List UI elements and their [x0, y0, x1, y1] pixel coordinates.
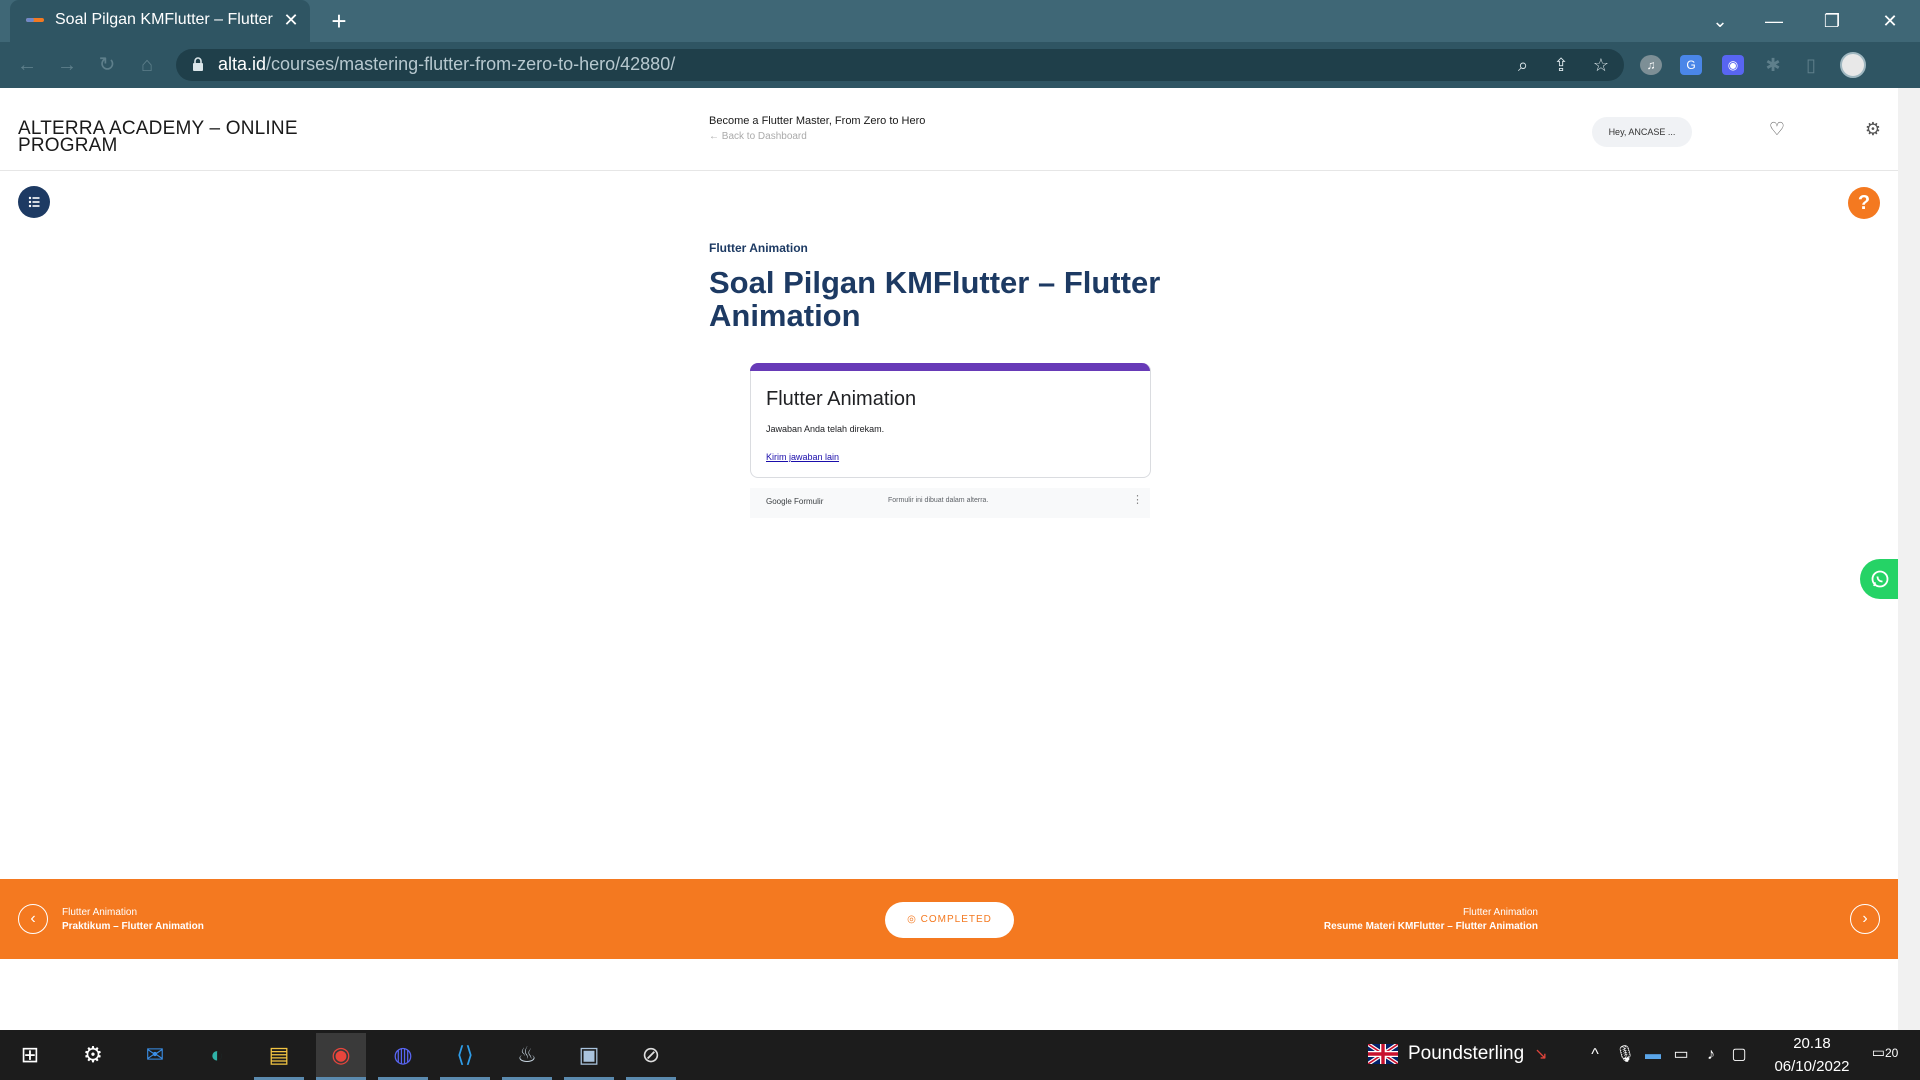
- tab-title: Soal Pilgan KMFlutter – Flutter Animatio…: [55, 11, 275, 28]
- google-forms-logo[interactable]: Google Formulir: [766, 497, 823, 506]
- prev-lesson-section[interactable]: Flutter Animation: [62, 907, 137, 918]
- forward-arrow-icon[interactable]: →: [54, 52, 80, 78]
- settings-gear-icon[interactable]: ⚙: [1862, 118, 1884, 140]
- close-window-button[interactable]: ✕: [1870, 4, 1910, 38]
- notification-bubble-icon: ▭: [1871, 1044, 1885, 1060]
- url-host: alta.id: [218, 54, 267, 74]
- discord-app-icon[interactable]: ◍: [378, 1033, 428, 1077]
- trend-down-icon: ↘: [1534, 1046, 1548, 1063]
- next-lesson-section[interactable]: Flutter Animation: [1463, 907, 1538, 918]
- profile-avatar[interactable]: [1840, 52, 1866, 78]
- form-more-options-icon[interactable]: ⋮: [1132, 493, 1143, 506]
- currency-widget-label[interactable]: Poundsterling: [1408, 1043, 1524, 1065]
- minimize-button[interactable]: —: [1754, 4, 1794, 38]
- windows-start-icon[interactable]: ⊞: [5, 1033, 55, 1077]
- extension-music-icon[interactable]: ♫: [1640, 55, 1662, 75]
- vscode-app-icon[interactable]: ⟨⟩: [440, 1033, 490, 1077]
- display-icon[interactable]: ▬: [1642, 1044, 1664, 1066]
- next-lesson-chevron-right-icon[interactable]: ›: [1850, 904, 1880, 934]
- reload-icon[interactable]: ↻: [94, 52, 120, 78]
- wishlist-heart-icon[interactable]: ♡: [1766, 118, 1788, 140]
- edge-app-icon[interactable]: ◐: [192, 1033, 242, 1077]
- show-hidden-icons-chevron-up-icon[interactable]: ^: [1584, 1044, 1606, 1066]
- notification-count: 20: [1884, 1046, 1899, 1060]
- course-name: Become a Flutter Master, From Zero to He…: [709, 115, 926, 127]
- submit-another-response-link[interactable]: Kirim jawaban lain: [766, 452, 839, 462]
- chrome-app-icon[interactable]: ◉: [316, 1033, 366, 1077]
- extensions-puzzle-icon[interactable]: ✱: [1762, 54, 1784, 76]
- file-explorer-icon[interactable]: ▤: [254, 1033, 304, 1077]
- settings-app-icon[interactable]: ⚙: [68, 1033, 118, 1077]
- notification-center-button[interactable]: ▭20: [1870, 1044, 1900, 1070]
- prev-lesson-title[interactable]: Praktikum – Flutter Animation: [62, 921, 204, 932]
- battery-icon[interactable]: ▭: [1670, 1044, 1692, 1066]
- extension-discord-icon[interactable]: ◉: [1722, 55, 1744, 75]
- user-menu-button[interactable]: Hey, ANCASE ...: [1592, 117, 1692, 147]
- check-circle-icon: ◎: [907, 914, 921, 925]
- next-lesson-title[interactable]: Resume Materi KMFlutter – Flutter Animat…: [1324, 921, 1538, 932]
- completed-button[interactable]: ◎ COMPLETED: [885, 902, 1014, 938]
- tab-close-icon[interactable]: ✕: [280, 9, 302, 31]
- mail-app-icon[interactable]: ✉: [130, 1033, 180, 1077]
- tab-search-chevron-down-icon[interactable]: ⌄: [1700, 4, 1740, 38]
- url-text[interactable]: alta.id/courses/mastering-flutter-from-z…: [218, 54, 675, 75]
- restore-button[interactable]: ❐: [1812, 4, 1852, 38]
- form-confirmation-message: Jawaban Anda telah direkam.: [766, 424, 885, 434]
- extension-translate-icon[interactable]: G: [1680, 55, 1702, 75]
- image-viewer-app-icon[interactable]: ▣: [564, 1033, 614, 1077]
- volume-icon[interactable]: ♪: [1700, 1044, 1722, 1066]
- completed-label: COMPLETED: [920, 914, 992, 925]
- wordpad-app-icon[interactable]: ⊘: [626, 1033, 676, 1077]
- home-icon[interactable]: ⌂: [134, 52, 160, 78]
- form-title: Flutter Animation: [766, 388, 917, 410]
- new-tab-button[interactable]: +: [326, 8, 352, 34]
- alterra-favicon-icon: [26, 18, 44, 22]
- form-footer-note: Formulir ini dibuat dalam alterra.: [888, 497, 989, 504]
- clock-date[interactable]: 06/10/2022: [1772, 1058, 1852, 1075]
- steam-app-icon[interactable]: ♨: [502, 1033, 552, 1077]
- uk-flag-icon: [1368, 1044, 1398, 1064]
- page-scrollbar[interactable]: [1898, 88, 1920, 1030]
- form-accent-bar: [750, 363, 1150, 371]
- list-icon: [28, 196, 40, 208]
- back-arrow-icon[interactable]: ←: [14, 52, 40, 78]
- network-icon[interactable]: ▢: [1728, 1044, 1750, 1066]
- prev-lesson-chevron-left-icon[interactable]: ‹: [18, 904, 48, 934]
- lock-icon: [193, 57, 203, 71]
- clock-time[interactable]: 20.18: [1772, 1035, 1852, 1052]
- back-to-dashboard-link[interactable]: ← Back to Dashboard: [709, 131, 807, 142]
- lesson-title: Soal Pilgan KMFlutter – Flutter Animatio…: [709, 265, 1161, 333]
- site-brand[interactable]: ALTERRA ACADEMY – ONLINE PROGRAM: [18, 119, 358, 155]
- bookmark-star-icon[interactable]: ☆: [1590, 54, 1612, 76]
- whatsapp-chat-button[interactable]: [1860, 559, 1900, 599]
- share-icon[interactable]: ⇪: [1550, 54, 1572, 76]
- lesson-section: Flutter Animation: [709, 241, 808, 255]
- curriculum-list-button[interactable]: [18, 186, 50, 218]
- url-path: /courses/mastering-flutter-from-zero-to-…: [266, 54, 676, 74]
- microphone-icon[interactable]: 🎙: [1614, 1044, 1636, 1066]
- whatsapp-icon: [1871, 570, 1889, 588]
- zoom-icon[interactable]: ⌕: [1512, 54, 1534, 76]
- help-button[interactable]: ?: [1848, 187, 1880, 219]
- side-panel-icon[interactable]: ▯: [1800, 54, 1822, 76]
